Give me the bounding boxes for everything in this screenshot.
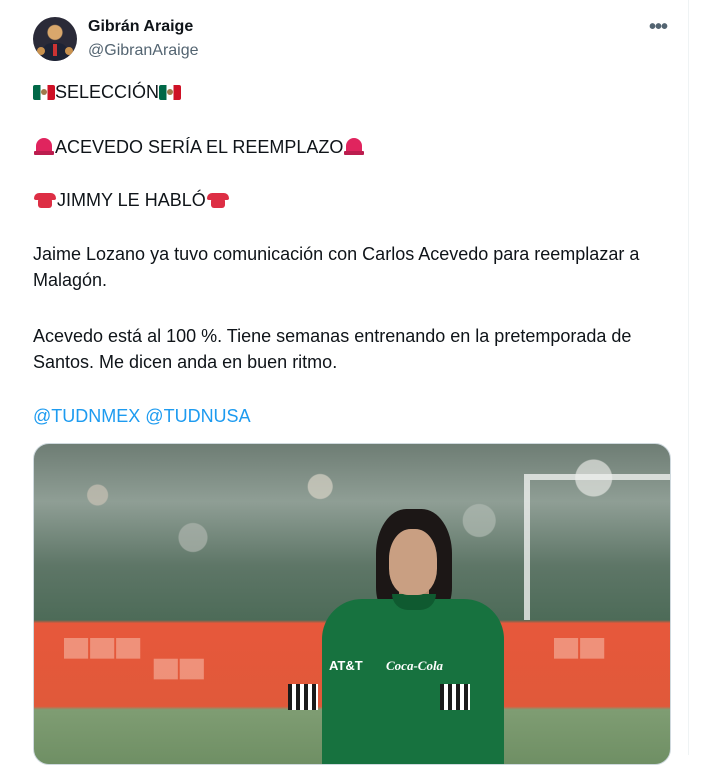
author-name[interactable]: Gibrán Araige bbox=[88, 18, 193, 36]
sponsor-cocacola: Coca-Cola bbox=[386, 658, 444, 673]
police-siren-icon bbox=[343, 136, 365, 156]
tweet-paragraph: Acevedo está al 100 %. Tiene semanas ent… bbox=[33, 326, 632, 372]
tweet-paragraph: Jaime Lozano ya tuvo comunicación con Ca… bbox=[33, 244, 640, 290]
seleccion-text: SELECCIÓN bbox=[55, 82, 160, 102]
tweet-line-reemplazo: ACEVEDO SERÍA EL REEMPLAZO bbox=[33, 136, 365, 158]
mexico-flag-icon bbox=[159, 85, 182, 100]
mention-link[interactable]: @TUDNUSA bbox=[145, 406, 250, 426]
tweet-photo[interactable]: ▀▀▀ ▄▄ ▀▀ AT&T Coca-Cola bbox=[33, 443, 671, 765]
author-handle[interactable]: @GibranAraige bbox=[88, 42, 199, 60]
armband bbox=[288, 684, 318, 710]
mention-link[interactable]: @TUDNMEX bbox=[33, 406, 140, 426]
goal-frame bbox=[524, 474, 670, 620]
mentions-line: @TUDNMEX @TUDNUSA bbox=[33, 406, 251, 427]
tweet: Gibrán Araige @GibranAraige ••• SELECCIÓ… bbox=[0, 0, 689, 765]
sponsor-att: AT&T bbox=[329, 658, 363, 673]
avatar-hand bbox=[37, 47, 45, 55]
ad-board: ▀▀ bbox=[554, 639, 607, 677]
avatar-tie bbox=[53, 44, 57, 56]
player-jersey bbox=[322, 599, 504, 764]
tweet-line-seleccion: SELECCIÓN bbox=[33, 82, 182, 103]
mexico-flag-icon bbox=[33, 85, 55, 100]
telephone-icon bbox=[33, 191, 57, 209]
ad-board: ▀▀▀ ▄▄ bbox=[64, 639, 206, 677]
avatar[interactable] bbox=[33, 17, 77, 61]
tweet-line-jimmy: JIMMY LE HABLÓ bbox=[33, 190, 230, 211]
reemplazo-text: ACEVEDO SERÍA EL REEMPLAZO bbox=[55, 137, 344, 157]
armband bbox=[440, 684, 470, 710]
avatar-hand bbox=[65, 47, 73, 55]
jimmy-text: JIMMY LE HABLÓ bbox=[57, 190, 206, 210]
police-siren-icon bbox=[33, 136, 55, 156]
player-face bbox=[389, 529, 437, 595]
telephone-icon bbox=[206, 191, 230, 209]
more-options-icon[interactable]: ••• bbox=[646, 17, 670, 40]
